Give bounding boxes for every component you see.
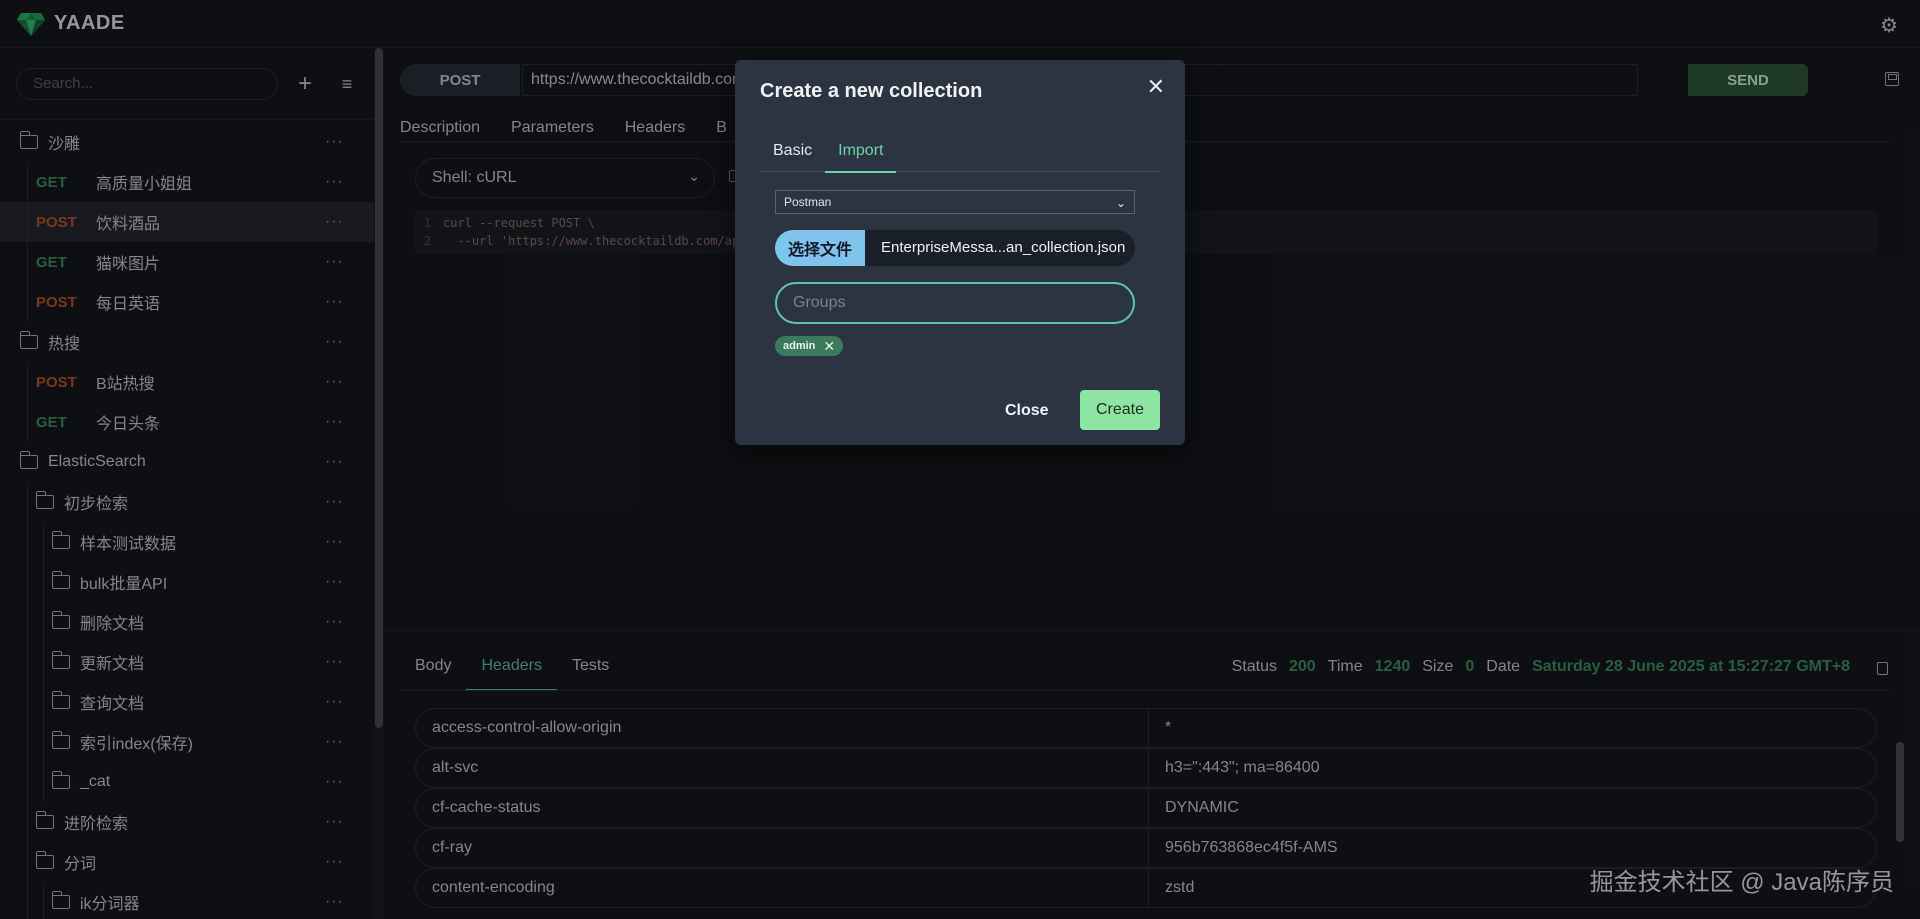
chevron-down-icon: ⌄ [1115,196,1126,210]
close-icon[interactable]: ✕ [1147,74,1165,100]
dialog-title: Create a new collection [760,80,983,102]
groups-input[interactable] [775,282,1135,324]
tab-basic[interactable]: Basic [760,136,825,172]
create-collection-dialog: Create a new collection ✕ Basic Import P… [735,60,1185,445]
close-icon[interactable]: ✕ [823,338,835,355]
import-type-select[interactable]: Postman ⌄ [775,190,1135,214]
import-type-value: Postman [784,195,832,209]
choose-file-button[interactable]: 选择文件 [775,230,865,266]
create-button[interactable]: Create [1080,390,1160,430]
close-button[interactable]: Close [1005,402,1049,420]
group-chip: admin ✕ [775,336,844,356]
dialog-tabs: Basic Import [760,136,1160,173]
chip-label: admin [783,340,816,352]
file-picker: 选择文件 EnterpriseMessa...an_collection.jso… [775,230,1135,266]
tab-import[interactable]: Import [825,136,897,173]
selected-file-name: EnterpriseMessa...an_collection.json [881,239,1126,256]
